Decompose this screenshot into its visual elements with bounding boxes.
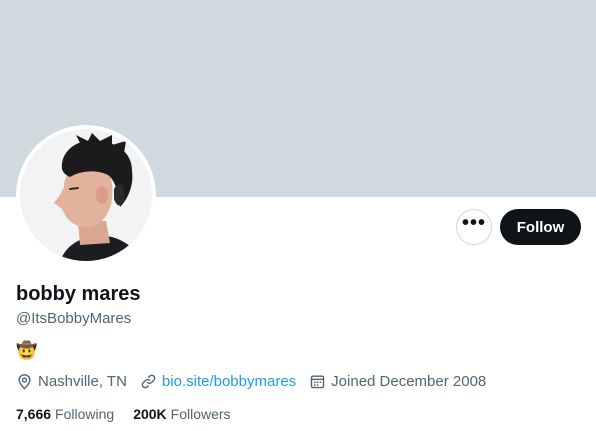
joined-text: Joined December 2008 [331,373,487,390]
location-pin-icon [18,374,31,390]
calendar-icon [310,375,325,389]
bio-text: 🤠 [16,341,38,360]
follow-stats: 7,666 Following 200K Followers [16,406,250,422]
followers-label: Followers [170,406,231,422]
location-item: Nashville, TN [16,373,127,390]
profile-meta: Nashville, TN bio.site/bobbymares Joined… [16,373,499,390]
following-count: 7,666 [16,406,52,422]
user-handle: @ItsBobbyMares [16,310,132,327]
followers-count: 200K [133,406,167,422]
avatar-photo [20,129,152,261]
location-text: Nashville, TN [38,373,127,390]
link-icon [141,374,156,389]
website-item[interactable]: bio.site/bobbymares [140,373,296,390]
joined-item: Joined December 2008 [309,373,486,390]
avatar[interactable] [20,129,152,261]
more-dots-icon: ••• [461,212,486,234]
avatar-ring [16,125,156,265]
following-label: Following [55,406,115,422]
more-options-button[interactable]: ••• [456,209,492,245]
followers-link[interactable]: 200K Followers [133,406,230,422]
follow-button[interactable]: Follow [500,209,581,245]
following-link[interactable]: 7,666 Following [16,406,114,422]
website-link[interactable]: bio.site/bobbymares [162,373,296,390]
display-name: bobby mares [16,283,141,305]
